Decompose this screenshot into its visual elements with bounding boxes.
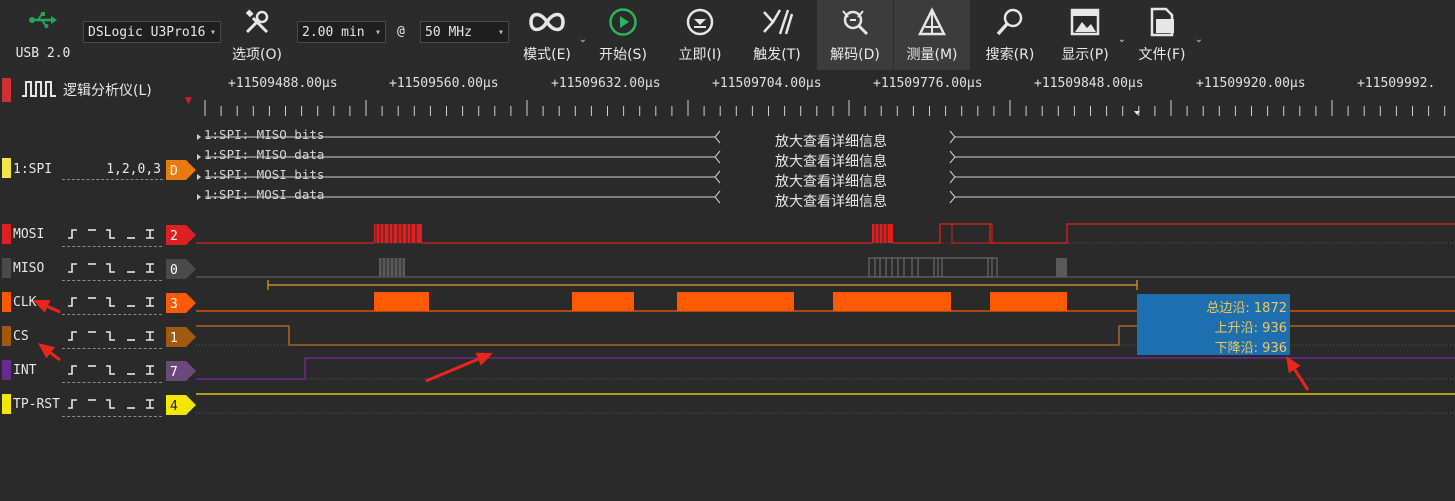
clk-burst: [677, 292, 794, 311]
any-edge-icon[interactable]: [146, 263, 154, 273]
channel-tag-label: 3: [170, 297, 178, 312]
channel-tag-label: 1: [170, 331, 178, 346]
any-edge-icon[interactable]: [146, 399, 154, 409]
int-waveform: [196, 357, 1455, 380]
falling-edge-icon[interactable]: [106, 263, 115, 273]
decoder-segment-bracket: [949, 130, 956, 144]
clk-burst: [374, 292, 429, 311]
decoder-segment-bracket: [714, 150, 721, 164]
miso-burst: [379, 258, 405, 277]
annotation-arrow: [49, 351, 61, 362]
annotation-arrow-head: [38, 343, 55, 359]
miso-burst: [1056, 258, 1067, 277]
waveform-area[interactable]: D 2 0 3 1 7 4: [0, 0, 1455, 501]
decoder-row-marker-icon: [197, 174, 201, 180]
falling-edge-icon[interactable]: [106, 399, 115, 409]
decoder-row-marker-icon: [197, 154, 201, 160]
falling-edge-icon[interactable]: [106, 365, 115, 375]
channel-tag-label: 4: [170, 399, 178, 414]
decoder-row-marker-icon: [197, 134, 201, 140]
rising-edge-icon[interactable]: [68, 399, 77, 409]
decoder-segment-bracket: [949, 150, 956, 164]
any-edge-icon[interactable]: [146, 365, 154, 375]
total-edges: 总边沿: 1872: [1206, 301, 1287, 316]
rising-edge-icon[interactable]: [68, 331, 77, 341]
mosi-pulse: [951, 223, 993, 244]
annotation-arrow: [1293, 368, 1310, 391]
rising-edge-icon[interactable]: [68, 229, 77, 239]
clk-burst: [990, 292, 1067, 311]
any-edge-icon[interactable]: [146, 229, 154, 239]
clk-burst: [833, 292, 951, 311]
decoder-segment-bracket: [949, 190, 956, 204]
channel-tag-label: D: [170, 164, 178, 179]
decoder-segment-bracket: [714, 170, 721, 184]
falling-edges: 下降沿: 936: [1214, 341, 1287, 356]
any-edge-icon[interactable]: [146, 331, 154, 341]
any-edge-icon[interactable]: [146, 297, 154, 307]
decoder-row-marker-icon: [197, 194, 201, 200]
falling-edge-icon[interactable]: [106, 331, 115, 341]
annotation-arrow: [425, 357, 479, 383]
channel-tag-label: 7: [170, 365, 178, 380]
decoder-segment-bracket: [949, 170, 956, 184]
falling-edge-icon[interactable]: [106, 229, 115, 239]
falling-edge-icon[interactable]: [106, 297, 115, 307]
decoder-segment-bracket: [714, 190, 721, 204]
annotation-arrow: [47, 305, 61, 314]
miso-burst: [868, 257, 998, 278]
edge-measurement-popup: 总边沿: 1872 上升沿: 936 下降沿: 936: [1137, 294, 1290, 356]
rising-edges: 上升沿: 936: [1214, 321, 1287, 336]
decoder-segment-bracket: [714, 130, 721, 144]
rising-edge-icon[interactable]: [68, 365, 77, 375]
clk-burst: [572, 292, 634, 311]
channel-tag-label: 2: [170, 229, 178, 244]
rising-edge-icon[interactable]: [68, 263, 77, 273]
channel-tag-label: 0: [170, 263, 178, 278]
rising-edge-icon[interactable]: [68, 297, 77, 307]
